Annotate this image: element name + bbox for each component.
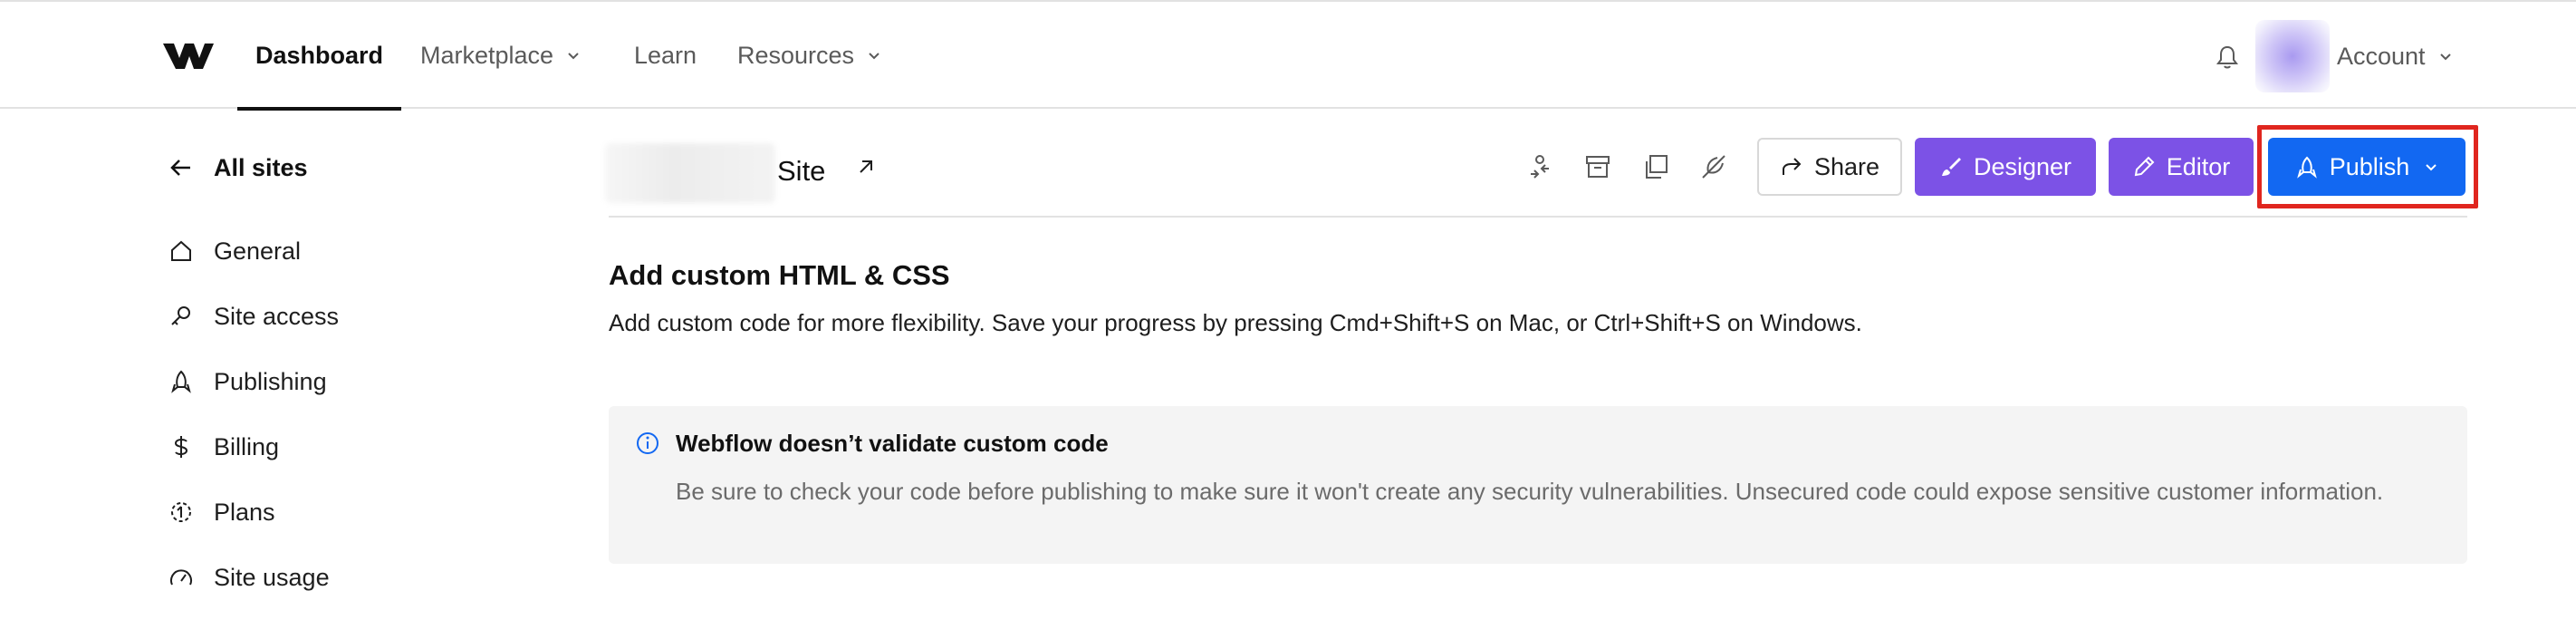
- site-title: Site: [777, 155, 826, 187]
- sidebar-item-site-access[interactable]: Site access: [168, 294, 339, 339]
- sidebar-item-label: Site usage: [214, 563, 330, 591]
- sidebar-item-publishing[interactable]: Publishing: [168, 359, 327, 404]
- avatar[interactable]: [2255, 20, 2330, 92]
- dollar-icon: [174, 436, 188, 458]
- nav-tab-label: Marketplace: [420, 41, 554, 69]
- transfer-icon[interactable]: [1525, 152, 1554, 181]
- sidebar-item-site-usage[interactable]: Site usage: [168, 555, 330, 600]
- designer-button[interactable]: Designer: [1915, 138, 2096, 196]
- editor-button[interactable]: Editor: [2109, 138, 2254, 196]
- unpin-icon[interactable]: [1699, 152, 1728, 181]
- sidebar: All sites General Site access Publishing…: [168, 145, 567, 591]
- section-description: Add custom code for more flexibility. Sa…: [609, 309, 1862, 336]
- share-button[interactable]: Share: [1757, 138, 1902, 196]
- webflow-logo-icon[interactable]: [163, 38, 214, 71]
- external-link-icon[interactable]: [853, 154, 879, 179]
- share-icon: [1782, 158, 1802, 175]
- all-sites-link[interactable]: All sites: [168, 145, 567, 190]
- publish-label: Publish: [2329, 152, 2410, 180]
- account-label: Account: [2337, 42, 2426, 70]
- chevron-down-icon: [568, 53, 579, 60]
- arrow-left-icon: [170, 160, 190, 176]
- nav-tab-dashboard[interactable]: Dashboard: [236, 2, 402, 111]
- brush-icon: [1941, 158, 1961, 176]
- chevron-down-icon: [2426, 164, 2437, 171]
- sidebar-item-plans[interactable]: Plans: [168, 489, 275, 535]
- share-label: Share: [1813, 152, 1880, 180]
- site-name-redacted: [605, 143, 775, 203]
- designer-label: Designer: [1973, 152, 2072, 180]
- account-menu[interactable]: Account: [2337, 2, 2453, 111]
- archive-icon[interactable]: [1583, 152, 1612, 181]
- all-sites-label: All sites: [214, 153, 308, 181]
- gauge-icon: [170, 569, 192, 586]
- key-icon: [171, 306, 190, 325]
- sidebar-item-label: Plans: [214, 498, 275, 526]
- pencil-icon: [2134, 156, 2155, 177]
- sidebar-item-label: General: [214, 237, 302, 265]
- nav-tab-learn[interactable]: Learn: [634, 2, 697, 109]
- section-title: Add custom HTML & CSS: [609, 259, 950, 291]
- chevron-down-icon: [2439, 53, 2451, 61]
- nav-tab-label: Learn: [634, 41, 697, 69]
- top-navigation: Dashboard Marketplace Learn Resources Ac…: [0, 0, 2576, 111]
- plans-icon: [171, 502, 191, 522]
- sidebar-item-billing[interactable]: Billing: [168, 424, 279, 470]
- rocket-icon: [2296, 156, 2317, 179]
- sidebar-item-label: Site access: [214, 302, 340, 330]
- info-icon: [637, 432, 658, 454]
- duplicate-icon[interactable]: [1641, 152, 1670, 181]
- info-callout: Webflow doesn’t validate custom code Be …: [609, 406, 2467, 564]
- nav-tab-label: Resources: [737, 41, 855, 69]
- rocket-icon: [171, 370, 191, 393]
- callout-title: Webflow doesn’t validate custom code: [676, 430, 1109, 457]
- sidebar-item-general[interactable]: General: [168, 228, 301, 274]
- header-divider: [609, 216, 2467, 218]
- nav-tab-label: Dashboard: [255, 41, 384, 69]
- nav-tab-resources[interactable]: Resources: [737, 2, 881, 109]
- sidebar-item-label: Publishing: [214, 367, 327, 395]
- chevron-down-icon: [869, 53, 879, 60]
- callout-body: Be sure to check your code before publis…: [676, 478, 2384, 505]
- editor-label: Editor: [2166, 152, 2231, 180]
- home-icon: [171, 240, 191, 261]
- publish-button[interactable]: Publish: [2268, 138, 2465, 196]
- bell-icon[interactable]: [2214, 44, 2241, 71]
- nav-tab-marketplace[interactable]: Marketplace: [420, 2, 581, 109]
- sidebar-item-label: Billing: [214, 432, 280, 460]
